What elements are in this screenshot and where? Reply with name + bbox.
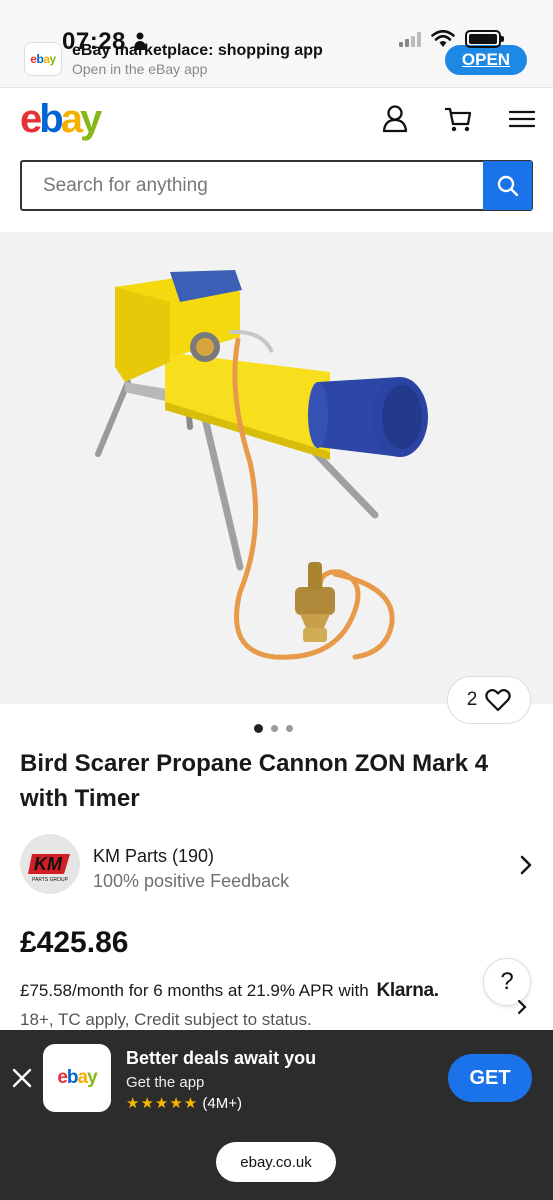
- cart-icon[interactable]: [443, 104, 473, 134]
- ebay-logo[interactable]: ebay: [20, 97, 102, 142]
- search-button[interactable]: [483, 161, 532, 210]
- search-bar: [20, 160, 533, 211]
- close-icon[interactable]: [12, 1068, 32, 1088]
- chevron-right-icon[interactable]: [516, 998, 528, 1016]
- seller-row[interactable]: KM PARTS GROUP KM Parts (190) 100% posit…: [20, 834, 533, 896]
- klarna-logo: Klarna.: [376, 980, 439, 1001]
- gallery-dot[interactable]: [271, 725, 278, 732]
- wifi-icon: [431, 30, 455, 47]
- get-app-button[interactable]: GET: [448, 1054, 532, 1102]
- battery-icon: [465, 30, 504, 48]
- gallery-pagination: [254, 724, 293, 733]
- menu-icon[interactable]: [507, 104, 537, 134]
- klarna-terms: 18+, TC apply, Credit subject to status.: [20, 1010, 312, 1029]
- status-icons: [399, 30, 504, 48]
- seller-avatar: KM PARTS GROUP: [20, 834, 80, 894]
- product-gallery[interactable]: 2: [0, 232, 553, 724]
- chevron-right-icon[interactable]: [519, 854, 533, 876]
- svg-text:PARTS GROUP: PARTS GROUP: [32, 877, 69, 883]
- watch-count: 2: [466, 689, 478, 710]
- app-promo-banner: ebay Better deals await you Get the app …: [0, 1030, 553, 1200]
- browser-url[interactable]: ebay.co.uk: [216, 1142, 336, 1182]
- gallery-dot[interactable]: [254, 724, 263, 733]
- search-input[interactable]: [22, 162, 483, 209]
- signal-icon: [399, 31, 421, 47]
- rating-count: (4M+): [202, 1095, 243, 1112]
- product-title: Bird Scarer Propane Cannon ZON Mark 4 wi…: [20, 750, 489, 812]
- app-rating: ★★★★★ (4M+): [126, 1094, 242, 1112]
- seller-name[interactable]: KM Parts (190): [93, 846, 214, 867]
- klarna-text: £75.58/month for 6 months at 21.9% APR w…: [20, 981, 369, 1000]
- seller-feedback: 100% positive Feedback: [93, 871, 290, 891]
- gallery-dot[interactable]: [286, 725, 293, 732]
- svg-text:KM: KM: [34, 854, 63, 874]
- ebay-app-icon: ebay: [43, 1044, 111, 1112]
- klarna-financing[interactable]: £75.58/month for 6 months at 21.9% APR w…: [20, 980, 439, 1002]
- price: £425.86: [20, 926, 129, 959]
- product-image: [95, 270, 428, 660]
- watch-button[interactable]: 2: [447, 676, 531, 724]
- banner-subtitle: Open in the eBay app: [72, 61, 208, 77]
- search-icon: [497, 175, 518, 196]
- status-time: 07:28: [62, 28, 126, 55]
- promo-title: Better deals await you: [126, 1048, 317, 1068]
- heart-icon: [485, 689, 512, 712]
- ebay-app-logo: ebay: [24, 42, 62, 76]
- star-rating-icon: ★★★★★: [126, 1095, 199, 1112]
- promo-subtitle: Get the app: [126, 1074, 205, 1091]
- focus-person-icon: [134, 32, 146, 50]
- account-icon[interactable]: [380, 104, 410, 134]
- open-app-button[interactable]: OPEN: [445, 45, 527, 75]
